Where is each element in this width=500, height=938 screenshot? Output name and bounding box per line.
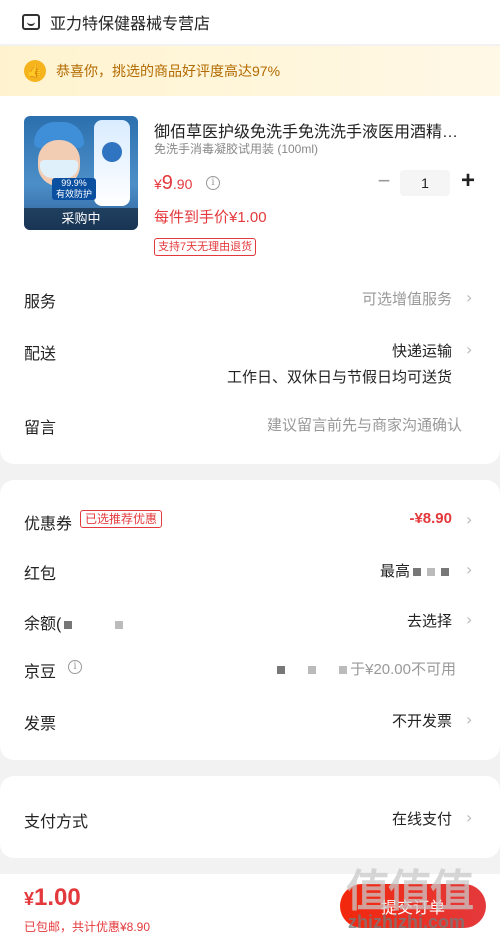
chevron-right-icon: ›	[466, 610, 473, 629]
jd-beans-row[interactable]: 京豆 i 于¥20.00不可用	[24, 658, 476, 682]
redaction-mosaic	[413, 568, 421, 577]
order-total: ¥1.00	[24, 884, 81, 912]
coupon-row[interactable]: 优惠券 已选推荐优惠 -¥8.90 ›	[24, 510, 476, 534]
chevron-right-icon: ›	[466, 510, 473, 529]
total-currency: ¥	[24, 889, 35, 909]
redaction-mosaic	[64, 620, 73, 629]
delivery-row[interactable]: 配送 快递运输 › 工作日、双休日与节假日均可送货	[24, 340, 476, 390]
redaction-mosaic	[115, 620, 124, 629]
image-status-label: 采购中	[24, 208, 138, 230]
service-row[interactable]: 服务 可选增值服务 ›	[24, 288, 476, 312]
store-header[interactable]: 亚力特保健器械专营店	[0, 0, 500, 44]
coupon-recommended-tag: 已选推荐优惠	[80, 510, 163, 528]
price-decimal: .90	[172, 176, 193, 192]
quantity-decrease-button[interactable]: −	[374, 170, 394, 192]
chevron-right-icon: ›	[466, 288, 473, 307]
sanitizer-bottle-shape	[94, 120, 130, 206]
store-name: 亚力特保健器械专营店	[50, 16, 211, 33]
praise-banner: 👍 恭喜你，挑选的商品好评度高达97%	[0, 46, 500, 96]
price-integer: 9	[161, 172, 173, 194]
total-amount: 1.00	[34, 884, 81, 911]
invoice-row[interactable]: 发票 不开发票 ›	[24, 710, 476, 734]
balance-row[interactable]: 余额( 去选择 ›	[24, 610, 476, 634]
store-icon	[22, 14, 40, 30]
balance-label: 余额(	[24, 610, 126, 634]
image-badge-line2: 有效防护	[55, 189, 92, 199]
chevron-right-icon: ›	[466, 710, 473, 729]
product-spec: 免洗手消毒凝胶试用装 (100ml)	[154, 142, 319, 156]
price-info-icon[interactable]: i	[206, 176, 220, 190]
thumbs-up-icon: 👍	[24, 60, 46, 82]
quantity-input[interactable]	[400, 170, 450, 196]
red-packet-label: 红包	[24, 566, 57, 583]
delivery-value: 快递运输	[391, 343, 452, 360]
jd-beans-value-text: 于¥20.00不可用	[350, 661, 456, 678]
image-badge-line1: 99.9%	[61, 178, 87, 188]
jd-beans-label: 京豆	[24, 664, 57, 681]
redaction-mosaic	[441, 568, 449, 577]
order-summary: 已包邮，共计优惠¥8.90	[24, 920, 151, 934]
unit-final-price: 每件到手价¥1.00	[154, 209, 267, 226]
return-policy-badge: 支持7天无理由退货	[154, 238, 257, 256]
delivery-label: 配送	[24, 346, 57, 363]
redaction-mosaic	[427, 568, 435, 577]
invoice-value: 不开发票	[391, 713, 452, 730]
praise-text: 恭喜你，挑选的商品好评度高达97%	[56, 63, 281, 79]
coupon-value: -¥8.90	[409, 510, 452, 527]
delivery-schedule: 工作日、双休日与节假日均可送货	[226, 369, 452, 386]
service-value: 可选增值服务	[361, 291, 452, 308]
chevron-right-icon: ›	[466, 808, 473, 827]
chevron-right-icon: ›	[466, 340, 473, 359]
product-title[interactable]: 御佰草医护级免洗手免洗洗手液医用酒精…	[154, 118, 476, 142]
red-packet-row[interactable]: 红包 最高 ›	[24, 560, 476, 584]
message-label: 留言	[24, 420, 57, 437]
balance-label-text: 余额(	[24, 616, 62, 633]
message-row[interactable]: 留言 建议留言前先与商家沟通确认	[24, 414, 476, 438]
redaction-mosaic	[277, 666, 286, 675]
payment-value: 在线支付	[391, 811, 452, 828]
redaction-mosaic	[308, 666, 317, 675]
image-protection-badge: 99.9% 有效防护	[52, 178, 96, 200]
product-price: ¥9.90	[154, 172, 192, 195]
red-packet-value: 最高	[380, 560, 452, 581]
jd-beans-info-icon[interactable]: i	[68, 660, 82, 674]
payment-label: 支付方式	[24, 814, 89, 831]
service-label: 服务	[24, 294, 57, 311]
message-input[interactable]: 建议留言前先与商家沟通确认	[267, 414, 462, 435]
payment-row[interactable]: 支付方式 在线支付 ›	[24, 808, 476, 832]
jd-beans-value: 于¥20.00不可用	[274, 658, 456, 679]
price-currency: ¥	[154, 176, 162, 192]
balance-value: 去选择	[406, 613, 452, 630]
red-packet-value-text: 最高	[379, 563, 410, 580]
chevron-right-icon: ›	[466, 560, 473, 579]
submit-order-button[interactable]: 提交订单	[340, 884, 486, 928]
redaction-mosaic	[339, 666, 348, 675]
invoice-label: 发票	[24, 716, 57, 733]
quantity-increase-button[interactable]: +	[456, 169, 480, 194]
face-mask-shape	[40, 160, 78, 178]
product-image[interactable]: 99.9% 有效防护 采购中	[24, 116, 138, 230]
coupon-label: 优惠券	[24, 516, 73, 533]
